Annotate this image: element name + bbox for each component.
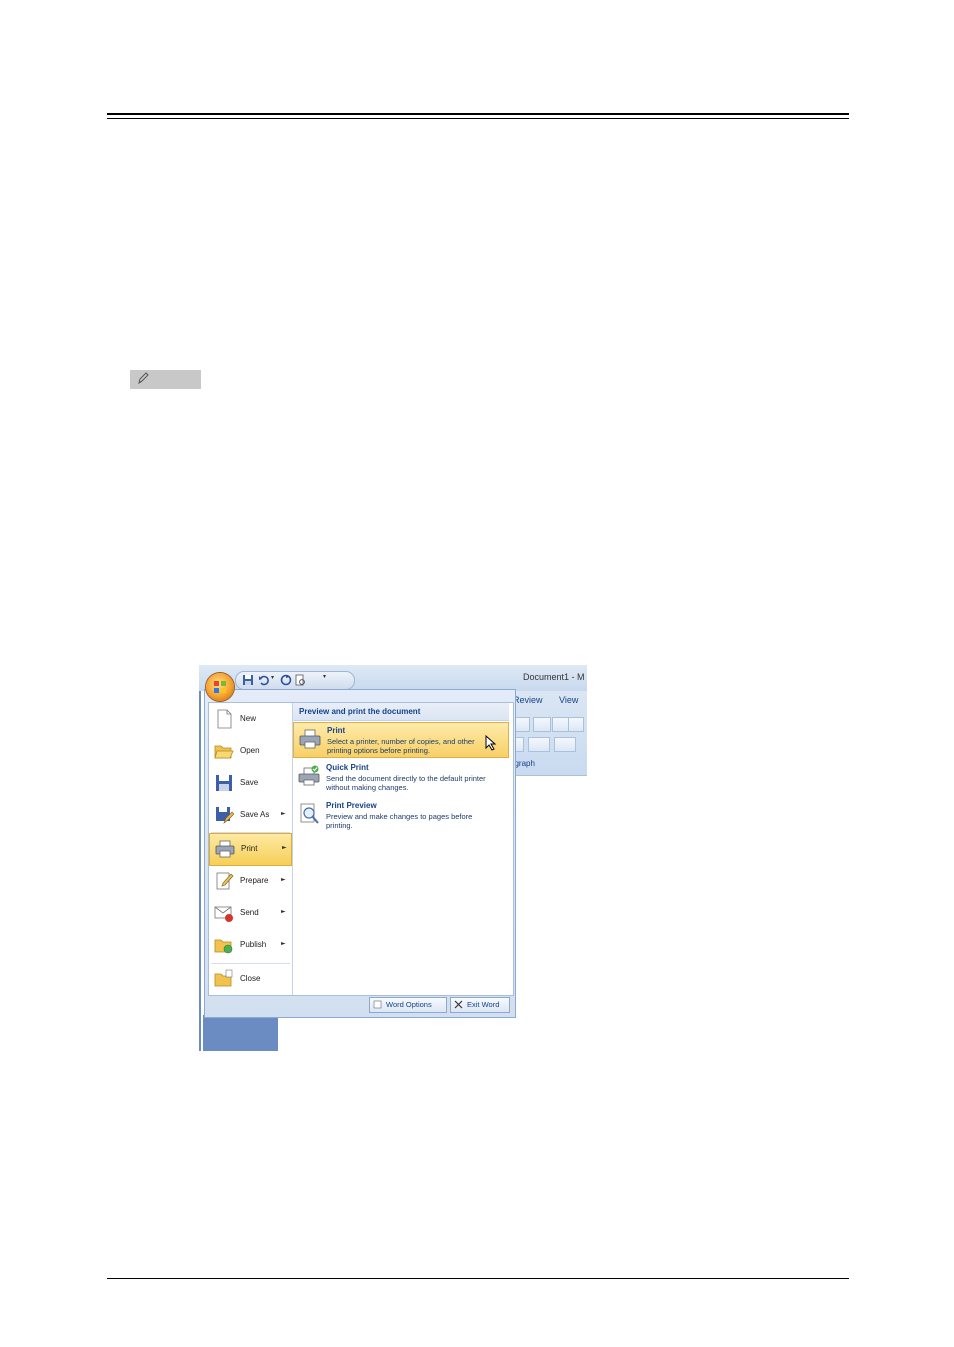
prepare-icon <box>216 872 234 890</box>
office-button[interactable] <box>206 673 234 701</box>
submenu-item-print-preview[interactable]: Print Preview Preview and make changes t… <box>293 798 509 834</box>
word-screenshot: ▾ ▾ Document1 - M Review View agraph New… <box>199 665 587 1051</box>
tab-view[interactable]: View <box>559 695 578 705</box>
submenu-item-description: Select a printer, number of copies, and … <box>327 737 475 755</box>
menu-item-new[interactable]: New <box>209 704 292 735</box>
submenu-header-text: Preview and print the document <box>299 707 421 716</box>
new-document-icon <box>217 709 232 729</box>
bottom-rule <box>107 1278 849 1279</box>
menu-item-label: Open <box>240 746 260 755</box>
menu-item-open[interactable]: Open <box>209 736 292 767</box>
menu-item-label: Save <box>240 778 259 787</box>
submenu-arrow-icon: ► <box>281 810 286 817</box>
office-logo-icon <box>214 681 226 693</box>
menu-item-label: Publish <box>240 940 267 949</box>
submenu-header: Preview and print the document <box>293 703 509 721</box>
word-options-button[interactable]: Word Options <box>369 997 447 1013</box>
quick-access-pill: ▾ <box>235 671 355 690</box>
sort-button[interactable] <box>568 717 584 732</box>
close-icon <box>454 1000 463 1009</box>
submenu-item-title: Print Preview <box>326 801 377 810</box>
publish-icon <box>214 939 233 954</box>
office-menu: New Open Save Save As ► Print ► Prepare … <box>204 689 516 1018</box>
save-disk-icon <box>216 775 232 791</box>
mouse-cursor-icon <box>485 735 497 751</box>
open-folder-icon <box>214 745 234 759</box>
note-bar <box>130 370 201 389</box>
submenu-item-title: Print <box>327 726 346 735</box>
submenu-arrow-icon: ► <box>281 940 286 947</box>
menu-item-publish[interactable]: Publish ► <box>209 930 292 961</box>
menu-item-label: New <box>240 714 257 723</box>
office-menu-body: New Open Save Save As ► Print ► Prepare … <box>208 702 514 996</box>
menu-item-label: Print <box>241 844 258 853</box>
submenu-item-title: Quick Print <box>326 763 369 772</box>
save-as-icon <box>216 807 234 824</box>
document-area-strip <box>203 1015 278 1051</box>
menu-item-save[interactable]: Save <box>209 768 292 799</box>
submenu-arrow-icon: ► <box>282 844 287 851</box>
word-options-icon <box>373 1000 382 1009</box>
shading-button[interactable] <box>554 737 576 752</box>
top-rule-thin <box>107 118 849 119</box>
menu-item-send[interactable]: Send ► <box>209 898 292 929</box>
document-area-edge <box>199 691 201 1051</box>
word-options-label: Word Options <box>386 1000 432 1009</box>
tab-review[interactable]: Review <box>513 695 543 705</box>
office-menu-commands: New Open Save Save As ► Print ► Prepare … <box>209 703 293 995</box>
submenu-item-description: Preview and make changes to pages before… <box>326 812 473 830</box>
submenu-arrow-icon: ► <box>281 908 286 915</box>
menu-item-close[interactable]: Close <box>209 964 292 995</box>
menu-item-prepare[interactable]: Prepare ► <box>209 866 292 897</box>
menu-item-label: Send <box>240 908 259 917</box>
undo-icon[interactable] <box>258 674 270 686</box>
quick-access-toolbar: ▾ ▾ Document1 - M <box>199 665 587 691</box>
submenu-item-print[interactable]: Print Select a printer, number of copies… <box>293 722 509 758</box>
menu-item-label: Prepare <box>240 876 269 885</box>
undo-dropdown-icon[interactable]: ▾ <box>271 674 274 681</box>
menu-item-print[interactable]: Print ► <box>209 833 292 866</box>
exit-word-button[interactable]: Exit Word <box>450 997 510 1013</box>
exit-word-label: Exit Word <box>467 1000 500 1009</box>
menu-item-label: Close <box>240 974 261 983</box>
submenu-item-quick-print[interactable]: Quick Print Send the document directly t… <box>293 760 509 796</box>
customize-qat-icon[interactable]: ▾ <box>323 673 326 680</box>
print-preview-icon <box>300 803 319 824</box>
window-title: Document1 - M <box>523 672 585 682</box>
printer-icon <box>299 729 321 749</box>
menu-item-label: Save As <box>240 810 270 819</box>
close-folder-icon <box>214 969 233 987</box>
printer-icon <box>215 840 235 858</box>
send-icon <box>214 906 233 922</box>
menu-item-save-as[interactable]: Save As ► <box>209 800 292 831</box>
pencil-icon <box>138 372 149 385</box>
quick-print-icon <box>298 765 320 786</box>
print-preview-qat-icon[interactable] <box>294 674 306 686</box>
line-spacing-button[interactable] <box>528 737 550 752</box>
submenu-arrow-icon: ► <box>281 876 286 883</box>
save-icon[interactable] <box>242 674 254 686</box>
submenu-item-description: Send the document directly to the defaul… <box>326 774 486 792</box>
print-submenu: Preview and print the document Print Sel… <box>293 703 513 995</box>
decrease-indent-button[interactable] <box>533 717 551 732</box>
office-menu-footer: Word Options Exit Word <box>205 995 515 1015</box>
redo-icon[interactable] <box>280 674 292 686</box>
top-rule <box>107 113 849 115</box>
